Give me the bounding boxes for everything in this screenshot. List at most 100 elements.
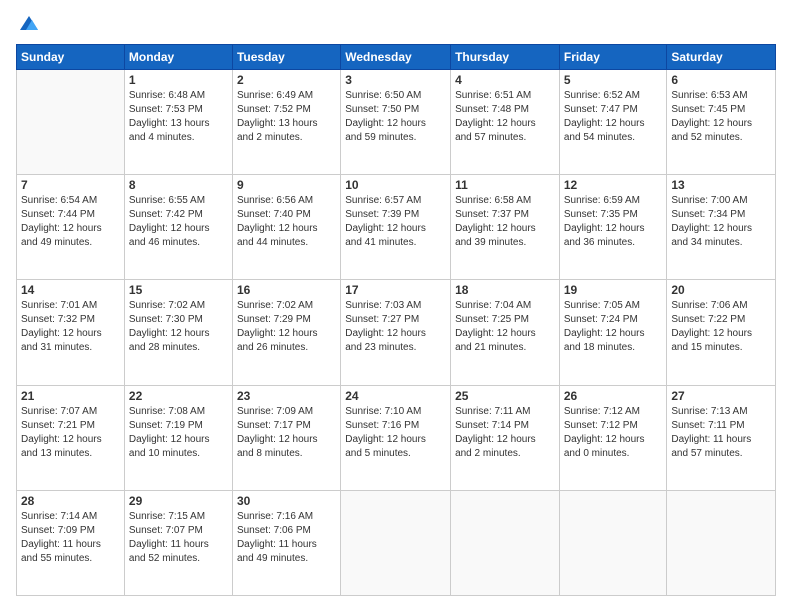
day-number: 19: [564, 283, 663, 297]
day-number: 29: [129, 494, 228, 508]
day-info: Sunrise: 7:01 AM Sunset: 7:32 PM Dayligh…: [21, 299, 120, 355]
day-info: Sunrise: 7:10 AM Sunset: 7:16 PM Dayligh…: [345, 405, 446, 461]
calendar-cell: 2 Sunrise: 6:49 AM Sunset: 7:52 PM Daylig…: [232, 70, 340, 175]
day-number: 22: [129, 389, 228, 403]
day-number: 12: [564, 178, 663, 192]
day-number: 25: [455, 389, 555, 403]
calendar-cell: 9Sunrise: 6:56 AM Sunset: 7:40 PM Daylig…: [232, 175, 340, 280]
calendar-cell: 28 Sunrise: 7:14 AM Sunset: 7:09 PM Dayli…: [17, 490, 125, 595]
day-info: Sunrise: 7:16 AM Sunset: 7:06 PM Dayligh…: [237, 510, 336, 566]
day-number: 23: [237, 389, 336, 403]
calendar-cell: 12 Sunrise: 6:59 AM Sunset: 7:35 PM Dayli…: [559, 175, 667, 280]
weekday-header-friday: Friday: [559, 45, 667, 70]
calendar-cell: 3 Sunrise: 6:50 AM Sunset: 7:50 PM Daylig…: [341, 70, 451, 175]
day-info: Sunrise: 7:09 AM Sunset: 7:17 PM Dayligh…: [237, 405, 336, 461]
day-number: 28: [21, 494, 120, 508]
day-info: Sunrise: 6:53 AM Sunset: 7:45 PM Dayligh…: [671, 89, 771, 145]
week-row-1: 1 Sunrise: 6:48 AM Sunset: 7:53 PM Daylig…: [17, 70, 776, 175]
weekday-header-tuesday: Tuesday: [232, 45, 340, 70]
calendar-cell: 18Sunrise: 7:04 AM Sunset: 7:25 PM Dayli…: [451, 280, 560, 385]
day-number: 26: [564, 389, 663, 403]
day-info: Sunrise: 7:13 AM Sunset: 7:11 PM Dayligh…: [671, 405, 771, 461]
week-row-3: 14 Sunrise: 7:01 AM Sunset: 7:32 PM Dayli…: [17, 280, 776, 385]
calendar-cell: 4Sunrise: 6:51 AM Sunset: 7:48 PM Daylig…: [451, 70, 560, 175]
day-info: Sunrise: 7:12 AM Sunset: 7:12 PM Dayligh…: [564, 405, 663, 461]
day-number: 10: [345, 178, 446, 192]
calendar-table: SundayMondayTuesdayWednesdayThursdayFrid…: [16, 44, 776, 596]
calendar-cell: [667, 490, 776, 595]
day-info: Sunrise: 6:50 AM Sunset: 7:50 PM Dayligh…: [345, 89, 446, 145]
calendar-cell: 30 Sunrise: 7:16 AM Sunset: 7:06 PM Dayli…: [232, 490, 340, 595]
day-number: 16: [237, 283, 336, 297]
day-number: 17: [345, 283, 446, 297]
calendar-cell: 15 Sunrise: 7:02 AM Sunset: 7:30 PM Dayli…: [124, 280, 232, 385]
day-info: Sunrise: 7:03 AM Sunset: 7:27 PM Dayligh…: [345, 299, 446, 355]
calendar-cell: 16 Sunrise: 7:02 AM Sunset: 7:29 PM Dayli…: [232, 280, 340, 385]
day-number: 1: [129, 73, 228, 87]
day-info: Sunrise: 7:11 AM Sunset: 7:14 PM Dayligh…: [455, 405, 555, 461]
calendar-cell: 25 Sunrise: 7:11 AM Sunset: 7:14 PM Dayli…: [451, 385, 560, 490]
weekday-header-sunday: Sunday: [17, 45, 125, 70]
day-info: Sunrise: 7:02 AM Sunset: 7:30 PM Dayligh…: [129, 299, 228, 355]
day-info: Sunrise: 7:06 AM Sunset: 7:22 PM Dayligh…: [671, 299, 771, 355]
calendar-cell: 14 Sunrise: 7:01 AM Sunset: 7:32 PM Dayli…: [17, 280, 125, 385]
day-info: Sunrise: 7:15 AM Sunset: 7:07 PM Dayligh…: [129, 510, 228, 566]
weekday-header-saturday: Saturday: [667, 45, 776, 70]
calendar-cell: 5Sunrise: 6:52 AM Sunset: 7:47 PM Daylig…: [559, 70, 667, 175]
day-number: 30: [237, 494, 336, 508]
day-number: 18: [455, 283, 555, 297]
calendar-cell: 29 Sunrise: 7:15 AM Sunset: 7:07 PM Dayli…: [124, 490, 232, 595]
day-info: Sunrise: 6:59 AM Sunset: 7:35 PM Dayligh…: [564, 194, 663, 250]
calendar-cell: 6Sunrise: 6:53 AM Sunset: 7:45 PM Daylig…: [667, 70, 776, 175]
weekday-header-monday: Monday: [124, 45, 232, 70]
day-info: Sunrise: 6:57 AM Sunset: 7:39 PM Dayligh…: [345, 194, 446, 250]
day-info: Sunrise: 6:54 AM Sunset: 7:44 PM Dayligh…: [21, 194, 120, 250]
calendar-cell: 24 Sunrise: 7:10 AM Sunset: 7:16 PM Dayli…: [341, 385, 451, 490]
logo: [16, 16, 40, 34]
calendar-cell: 20 Sunrise: 7:06 AM Sunset: 7:22 PM Dayli…: [667, 280, 776, 385]
day-number: 20: [671, 283, 771, 297]
day-number: 2: [237, 73, 336, 87]
calendar-cell: 11 Sunrise: 6:58 AM Sunset: 7:37 PM Dayli…: [451, 175, 560, 280]
day-number: 13: [671, 178, 771, 192]
day-info: Sunrise: 6:58 AM Sunset: 7:37 PM Dayligh…: [455, 194, 555, 250]
calendar-cell: 13 Sunrise: 7:00 AM Sunset: 7:34 PM Dayli…: [667, 175, 776, 280]
calendar-cell: 21 Sunrise: 7:07 AM Sunset: 7:21 PM Dayli…: [17, 385, 125, 490]
logo-icon: [18, 12, 40, 34]
calendar-cell: 7 Sunrise: 6:54 AM Sunset: 7:44 PM Daylig…: [17, 175, 125, 280]
day-number: 7: [21, 178, 120, 192]
day-info: Sunrise: 6:49 AM Sunset: 7:52 PM Dayligh…: [237, 89, 336, 145]
calendar-cell: 8Sunrise: 6:55 AM Sunset: 7:42 PM Daylig…: [124, 175, 232, 280]
week-row-5: 28 Sunrise: 7:14 AM Sunset: 7:09 PM Dayli…: [17, 490, 776, 595]
weekday-header-wednesday: Wednesday: [341, 45, 451, 70]
day-number: 11: [455, 178, 555, 192]
page: SundayMondayTuesdayWednesdayThursdayFrid…: [0, 0, 792, 612]
week-row-2: 7 Sunrise: 6:54 AM Sunset: 7:44 PM Daylig…: [17, 175, 776, 280]
day-number: 3: [345, 73, 446, 87]
day-number: 14: [21, 283, 120, 297]
calendar-cell: [341, 490, 451, 595]
day-info: Sunrise: 7:07 AM Sunset: 7:21 PM Dayligh…: [21, 405, 120, 461]
day-number: 8: [129, 178, 228, 192]
calendar-cell: 1 Sunrise: 6:48 AM Sunset: 7:53 PM Daylig…: [124, 70, 232, 175]
day-number: 9: [237, 178, 336, 192]
day-number: 21: [21, 389, 120, 403]
week-row-4: 21 Sunrise: 7:07 AM Sunset: 7:21 PM Dayli…: [17, 385, 776, 490]
calendar-cell: 26 Sunrise: 7:12 AM Sunset: 7:12 PM Dayli…: [559, 385, 667, 490]
day-number: 5: [564, 73, 663, 87]
calendar-cell: 17 Sunrise: 7:03 AM Sunset: 7:27 PM Dayli…: [341, 280, 451, 385]
day-info: Sunrise: 7:05 AM Sunset: 7:24 PM Dayligh…: [564, 299, 663, 355]
day-number: 4: [455, 73, 555, 87]
day-info: Sunrise: 7:02 AM Sunset: 7:29 PM Dayligh…: [237, 299, 336, 355]
calendar-cell: 27 Sunrise: 7:13 AM Sunset: 7:11 PM Dayli…: [667, 385, 776, 490]
header: [16, 16, 776, 34]
day-info: Sunrise: 7:00 AM Sunset: 7:34 PM Dayligh…: [671, 194, 771, 250]
calendar-cell: 22Sunrise: 7:08 AM Sunset: 7:19 PM Dayli…: [124, 385, 232, 490]
day-number: 24: [345, 389, 446, 403]
day-info: Sunrise: 7:14 AM Sunset: 7:09 PM Dayligh…: [21, 510, 120, 566]
day-info: Sunrise: 6:48 AM Sunset: 7:53 PM Dayligh…: [129, 89, 228, 145]
calendar-cell: 10 Sunrise: 6:57 AM Sunset: 7:39 PM Dayli…: [341, 175, 451, 280]
calendar-cell: [451, 490, 560, 595]
day-number: 15: [129, 283, 228, 297]
day-number: 27: [671, 389, 771, 403]
